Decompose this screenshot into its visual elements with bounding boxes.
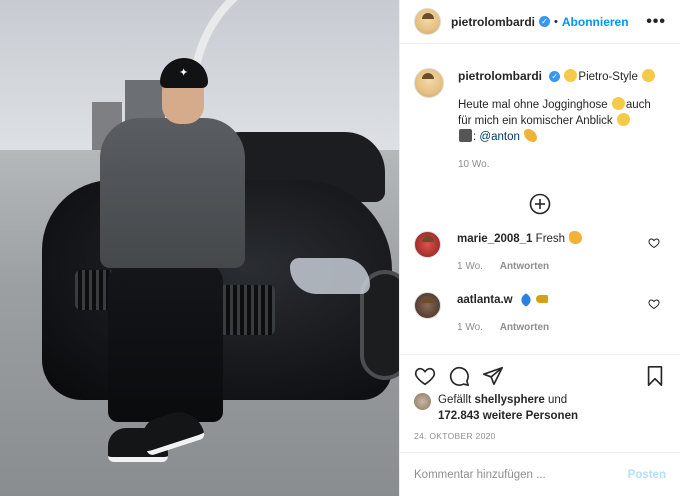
camera-emoji-icon [459, 129, 472, 142]
comment-body: aatlanta.w 1 Wo. Antworten [457, 292, 666, 336]
likes-text: Gefällt shellysphere und 172.843 weitere… [438, 392, 578, 424]
caption-mention[interactable]: @anton [479, 131, 519, 143]
avatar[interactable] [414, 292, 441, 319]
heart-icon[interactable] [414, 365, 436, 387]
action-bar [400, 354, 680, 396]
post-comment-button[interactable]: Posten [628, 469, 666, 481]
comment-input[interactable]: Kommentar hinzufügen ... [414, 469, 546, 481]
clap-emoji-icon [569, 231, 583, 244]
heart-icon[interactable] [648, 298, 660, 310]
reply-button[interactable]: Antworten [500, 322, 549, 333]
likes-count[interactable]: 172.843 weitere Personen [438, 410, 578, 422]
header-username[interactable]: pietrolombardi [451, 15, 535, 29]
share-icon[interactable] [482, 365, 504, 387]
comment-time[interactable]: 1 Wo. [457, 322, 483, 333]
post-date[interactable]: 24. OKTOBER 2020 [414, 431, 496, 441]
more-icon[interactable]: ••• [646, 13, 666, 31]
likes-user[interactable]: shellysphere [474, 394, 544, 406]
comment-time[interactable]: 1 Wo. [457, 261, 483, 272]
photo-person-jacket [100, 118, 245, 268]
caption-line-a: Heute mal ohne Jogginghose [458, 99, 608, 111]
caption-time[interactable]: 10 Wo. [458, 157, 658, 173]
verified-icon: ✓ [549, 71, 561, 83]
sunglasses-emoji-icon [564, 69, 578, 82]
bookmark-icon[interactable] [644, 365, 666, 387]
post-photo[interactable]: 81 ✦ [0, 0, 399, 496]
caption-tag: Pietro-Style [578, 71, 638, 83]
caption-body: pietrolombardi ✓ Pietro-Style Heute mal … [458, 68, 658, 173]
blue-heart-emoji-icon [518, 292, 533, 308]
load-more-comments [400, 193, 680, 215]
comment-meta: 1 Wo. Antworten [457, 259, 666, 275]
caption-colon: : [473, 131, 477, 143]
avatar[interactable] [414, 68, 444, 98]
separator-dot: • [554, 15, 558, 28]
comment-username[interactable]: marie_2008_1 [457, 233, 532, 245]
comment-icon[interactable] [448, 365, 470, 387]
cap-logo-icon: ✦ [179, 67, 189, 79]
caption-username[interactable]: pietrolombardi [458, 69, 542, 83]
avatar[interactable] [414, 231, 441, 258]
likes-summary: Gefällt shellysphere und 172.843 weitere… [414, 392, 578, 424]
photo-car-headlight [290, 258, 370, 294]
avatar[interactable] [414, 8, 441, 35]
reply-button[interactable]: Antworten [500, 261, 549, 272]
key-emoji-icon [536, 295, 549, 303]
comment-username[interactable]: aatlanta.w [457, 294, 513, 306]
avatar[interactable] [414, 393, 431, 410]
add-comment-bar: Kommentar hinzufügen ... Posten [400, 452, 680, 496]
comment: marie_2008_1 Fresh 1 Wo. Antworten [400, 231, 680, 275]
comment-meta: 1 Wo. Antworten [457, 320, 666, 336]
plus-circle-icon[interactable] [529, 193, 551, 215]
likes-prefix: Gefällt [438, 394, 472, 406]
joy-emoji-icon [616, 113, 630, 126]
sunglasses-emoji-icon [642, 69, 656, 82]
comment-text: Fresh [535, 233, 566, 245]
follow-button[interactable]: Abonnieren [562, 15, 629, 29]
comment-body: marie_2008_1 Fresh 1 Wo. Antworten [457, 231, 666, 275]
verified-icon: ✓ [539, 16, 551, 27]
sweat-smile-emoji-icon [611, 97, 625, 110]
caption: pietrolombardi ✓ Pietro-Style Heute mal … [400, 44, 680, 173]
caption-text: Heute mal ohne Jogginghose auch für mich… [458, 97, 658, 145]
likes-middle: und [547, 394, 568, 406]
post-header: pietrolombardi ✓ • Abonnieren ••• [400, 0, 680, 44]
comment: aatlanta.w 1 Wo. Antworten [400, 292, 680, 336]
post-side-panel: pietrolombardi ✓ • Abonnieren ••• pietro… [399, 0, 680, 496]
photo-person-legs [108, 262, 223, 422]
heart-icon[interactable] [648, 237, 660, 249]
flexed-biceps-emoji-icon [524, 129, 538, 142]
